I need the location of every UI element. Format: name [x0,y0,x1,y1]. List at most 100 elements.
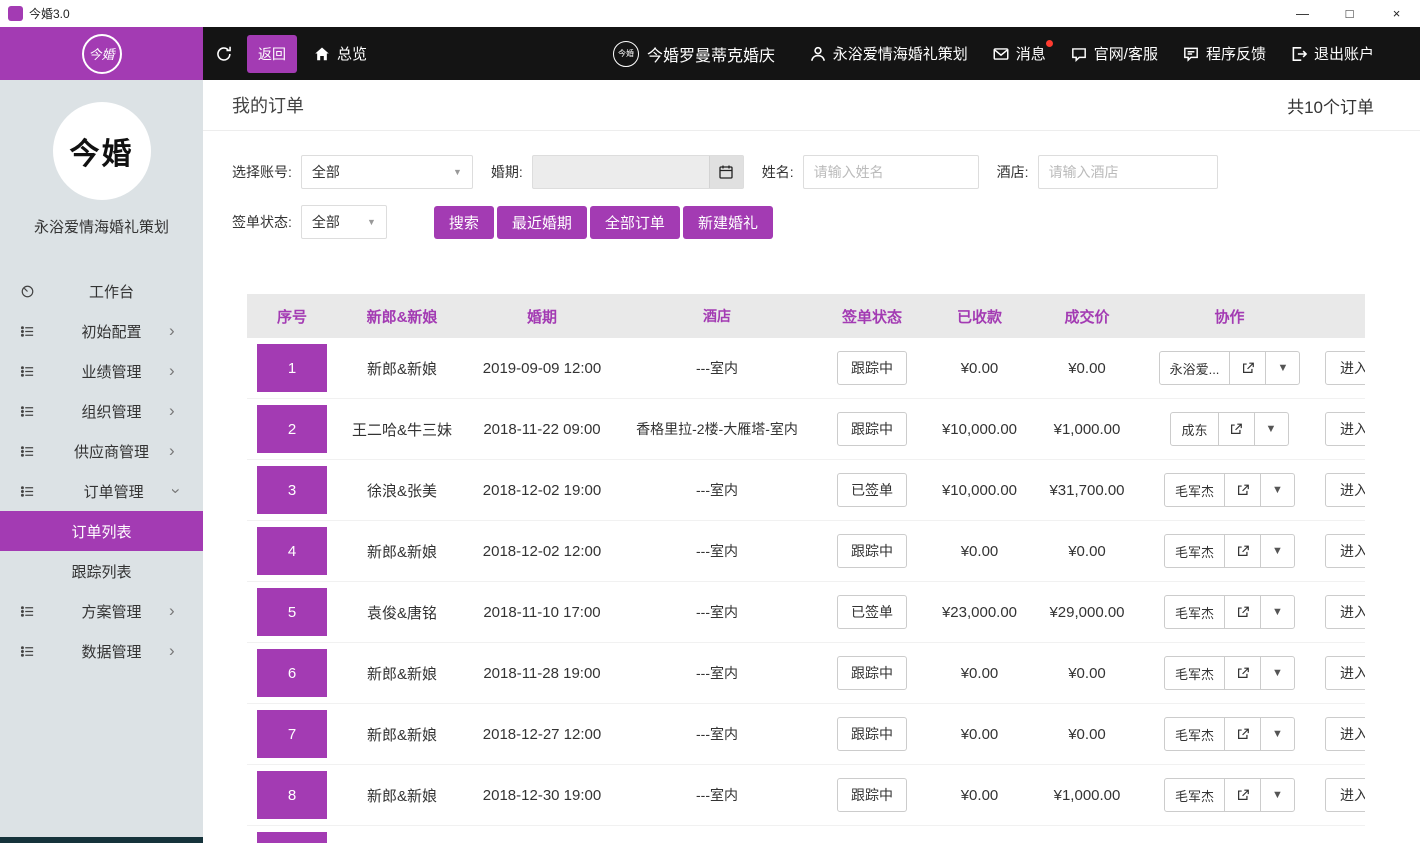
received-amount: ¥0.00 [927,665,1032,682]
recent-weddings-button[interactable]: 最近婚期 [497,206,587,239]
name-input[interactable] [803,155,979,189]
deal-price: ¥0.00 [1032,726,1142,743]
sidebar-item-订单列表[interactable]: 订单列表 [0,511,203,551]
dashboard-icon [0,284,54,299]
overview-button[interactable]: 总览 [313,43,367,64]
received-amount: ¥10,000.00 [927,482,1032,499]
status-filter-label: 签单状态: [232,212,292,232]
search-button[interactable]: 搜索 [434,206,494,239]
app-icon [8,6,23,21]
share-icon[interactable] [1224,656,1261,690]
order-number: 3 [257,466,327,514]
hotel-name: ---室内 [617,663,817,683]
caret-down-icon[interactable]: ▼ [1260,717,1295,751]
new-wedding-button[interactable]: 新建婚礼 [683,206,773,239]
share-icon[interactable] [1224,717,1261,751]
sidebar-item-供应商管理[interactable]: 供应商管理 › [0,431,203,471]
refresh-icon[interactable] [215,45,233,63]
wedding-date-input[interactable] [532,155,744,189]
status-badge[interactable]: 跟踪中 [837,412,907,446]
table-row: 3 徐浪&张美 2018-12-02 19:00 ---室内 已签单 ¥10,0… [247,460,1365,521]
status-badge[interactable]: 跟踪中 [837,351,907,385]
wedding-date: 2018-12-27 12:00 [467,726,617,743]
couple-name: 新郎&新娘 [337,541,467,562]
status-badge[interactable]: 跟踪中 [837,717,907,751]
enter-order-button[interactable]: 进入订单 [1325,473,1365,507]
status-select[interactable]: 全部 ▼ [301,205,387,239]
share-icon[interactable] [1224,595,1261,629]
table-row: 5 袁俊&唐铭 2018-11-10 17:00 ---室内 已签单 ¥23,0… [247,582,1365,643]
sidebar-item-工作台[interactable]: 工作台 [0,271,203,311]
wedding-date: 2019-09-09 12:00 [467,360,617,377]
couple-name: 新郎&新娘 [337,663,467,684]
share-icon[interactable] [1224,473,1261,507]
collaborator-button[interactable]: 毛军杰 [1164,717,1225,751]
share-icon[interactable] [1224,534,1261,568]
top-navbar: 返回 总览 今婚 今婚罗曼蒂克婚庆 永浴爱情海婚礼策划 消息 官网/客 [203,27,1420,80]
sidebar-item-组织管理[interactable]: 组织管理 › [0,391,203,431]
back-button[interactable]: 返回 [247,35,297,73]
chevron-icon: › [169,441,203,461]
order-number: 1 [257,344,327,392]
account-menu[interactable]: 永浴爱情海婚礼策划 [809,43,968,64]
name-filter-label: 姓名: [762,162,794,182]
enter-order-button[interactable]: 进入订单 [1325,412,1365,446]
close-button[interactable]: × [1373,0,1420,27]
status-badge[interactable]: 跟踪中 [837,656,907,690]
feedback-button[interactable]: 程序反馈 [1182,43,1266,64]
sidebar-item-跟踪列表[interactable]: 跟踪列表 [0,551,203,591]
status-badge[interactable]: 跟踪中 [837,534,907,568]
deal-price: ¥1,000.00 [1032,787,1142,804]
enter-order-button[interactable]: 进入订单 [1325,351,1365,385]
account-select[interactable]: 全部 ▼ [301,155,473,189]
collaborator-button[interactable]: 毛军杰 [1164,595,1225,629]
collaborator-button[interactable]: 成东 [1170,412,1218,446]
brand-logo-small: 今婚 [613,41,639,67]
caret-down-icon[interactable]: ▼ [1260,656,1295,690]
logout-button[interactable]: 退出账户 [1290,43,1374,64]
brand-logo-icon: 今婚 [82,34,122,74]
messages-button[interactable]: 消息 [992,43,1046,64]
enter-order-button[interactable]: 进入订单 [1325,778,1365,812]
share-icon[interactable] [1229,351,1266,385]
status-badge[interactable]: 已签单 [837,473,907,507]
enter-order-button[interactable]: 进入订单 [1325,534,1365,568]
caret-down-icon[interactable]: ▼ [1260,595,1295,629]
sidebar-item-订单管理[interactable]: 订单管理 › [0,471,203,511]
table-row: 1 新郎&新娘 2019-09-09 12:00 ---室内 跟踪中 ¥0.00… [247,338,1365,399]
hotel-input[interactable] [1038,155,1218,189]
chevron-icon: › [169,321,203,341]
collaborator-button[interactable]: 永浴爱... [1159,351,1231,385]
status-badge[interactable]: 已签单 [837,595,907,629]
couple-name: 新郎&新娘 [337,785,467,806]
all-orders-button[interactable]: 全部订单 [590,206,680,239]
caret-down-icon[interactable]: ▼ [1260,473,1295,507]
status-badge[interactable]: 跟踪中 [837,778,907,812]
minimize-button[interactable]: — [1279,0,1326,27]
sidebar-item-方案管理[interactable]: 方案管理 › [0,591,203,631]
collaborator-button[interactable]: 毛军杰 [1164,534,1225,568]
share-icon[interactable] [1224,778,1261,812]
enter-order-button[interactable]: 进入订单 [1325,595,1365,629]
maximize-button[interactable]: □ [1326,0,1373,27]
caret-down-icon[interactable]: ▼ [1265,351,1300,385]
sidebar-item-初始配置[interactable]: 初始配置 › [0,311,203,351]
enter-order-button[interactable]: 进入订单 [1325,717,1365,751]
share-icon[interactable] [1218,412,1255,446]
calendar-icon[interactable] [709,156,743,188]
caret-down-icon[interactable]: ▼ [1260,778,1295,812]
collaborator-button[interactable]: 毛军杰 [1164,656,1225,690]
collaborator-button[interactable]: 毛军杰 [1164,778,1225,812]
sidebar-bottom-strip [0,837,203,843]
hotel-filter-label: 酒店: [997,162,1029,182]
sidebar-item-业绩管理[interactable]: 业绩管理 › [0,351,203,391]
collaborator-button[interactable]: 毛军杰 [1164,473,1225,507]
support-button[interactable]: 官网/客服 [1070,43,1158,64]
feedback-icon [1182,45,1200,63]
caret-down-icon[interactable]: ▼ [1260,534,1295,568]
sidebar-item-数据管理[interactable]: 数据管理 › [0,631,203,671]
caret-down-icon[interactable]: ▼ [1254,412,1289,446]
sidebar-header: 今婚 [0,27,203,80]
enter-order-button[interactable]: 进入订单 [1325,656,1365,690]
envelope-icon [992,45,1010,63]
